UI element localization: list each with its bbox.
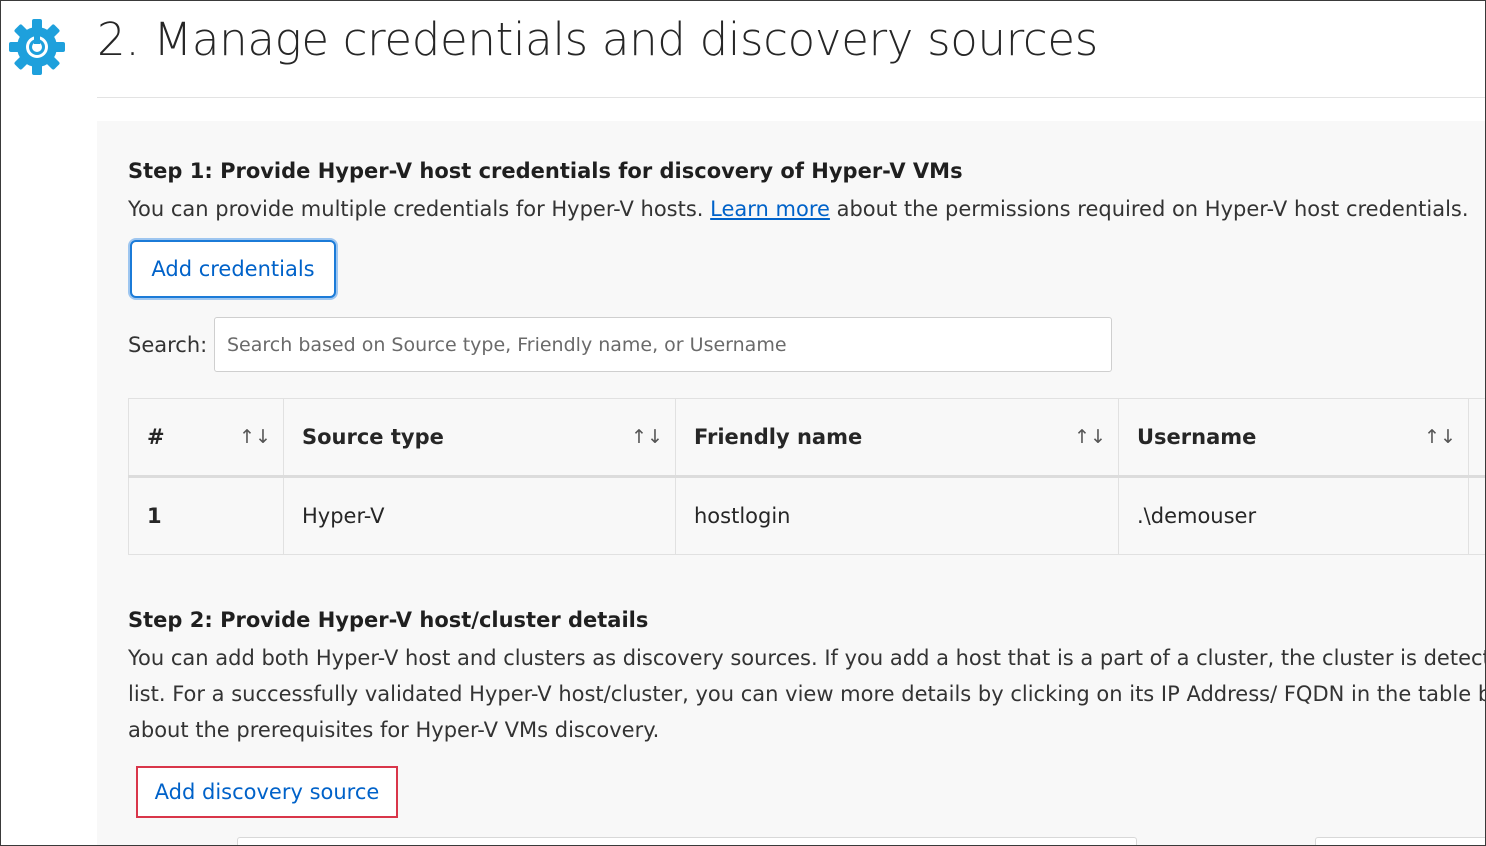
sort-icon[interactable]: ↑↓ bbox=[631, 426, 663, 448]
column-header-overflow bbox=[1468, 398, 1485, 478]
step1-text-after-link: about the permissions required on Hyper-… bbox=[829, 197, 1469, 221]
column-label: Friendly name bbox=[694, 425, 863, 449]
next-section-input[interactable] bbox=[1315, 837, 1485, 845]
sort-icon[interactable]: ↑↓ bbox=[239, 426, 271, 448]
cell-friendly-name: hostlogin bbox=[675, 476, 1119, 555]
table-row[interactable]: 1 Hyper-V hostlogin .\demouser bbox=[128, 476, 1485, 555]
title-divider bbox=[97, 97, 1485, 98]
gear-icon bbox=[9, 19, 65, 75]
search-input[interactable] bbox=[214, 317, 1112, 372]
add-discovery-source-button[interactable]: Add discovery source bbox=[136, 766, 398, 818]
cell-number: 1 bbox=[128, 476, 284, 555]
column-label: Source type bbox=[302, 425, 444, 449]
column-header-friendly-name[interactable]: Friendly name ↑↓ bbox=[675, 398, 1119, 478]
cell-overflow bbox=[1468, 476, 1485, 555]
cell-username: .\demouser bbox=[1118, 476, 1469, 555]
cell-source-type: Hyper-V bbox=[283, 476, 676, 555]
step1-text-before-link: You can provide multiple credentials for… bbox=[128, 197, 711, 221]
column-header-source-type[interactable]: Source type ↑↓ bbox=[283, 398, 676, 478]
add-credentials-button[interactable]: Add credentials bbox=[130, 240, 336, 298]
step1-heading: Step 1: Provide Hyper-V host credentials… bbox=[128, 159, 963, 183]
learn-more-link[interactable]: Learn more bbox=[710, 197, 830, 221]
step2-line-2: list. For a successfully validated Hyper… bbox=[128, 682, 1486, 706]
column-header-number[interactable]: # ↑↓ bbox=[128, 398, 284, 478]
step2-heading: Step 2: Provide Hyper-V host/cluster det… bbox=[128, 608, 649, 632]
next-section-input[interactable] bbox=[237, 837, 1137, 845]
credentials-table: # ↑↓ Source type ↑↓ Friendly name ↑↓ Userna… bbox=[128, 398, 1485, 555]
step1-description: You can provide multiple credentials for… bbox=[128, 191, 1469, 227]
step2-line-1: You can add both Hyper-V host and cluste… bbox=[128, 646, 1486, 670]
window-frame: 2. Manage credentials and discovery sour… bbox=[0, 0, 1486, 846]
page-title: 2. Manage credentials and discovery sour… bbox=[97, 13, 1098, 66]
column-label: # bbox=[147, 425, 165, 449]
sort-icon[interactable]: ↑↓ bbox=[1074, 426, 1106, 448]
sort-icon[interactable]: ↑↓ bbox=[1424, 426, 1456, 448]
column-header-username[interactable]: Username ↑↓ bbox=[1118, 398, 1469, 478]
search-label: Search: bbox=[128, 333, 208, 357]
step2-line-3: about the prerequisites for Hyper-V VMs … bbox=[128, 718, 660, 742]
column-label: Username bbox=[1137, 425, 1257, 449]
table-header-row: # ↑↓ Source type ↑↓ Friendly name ↑↓ Userna… bbox=[128, 398, 1485, 478]
